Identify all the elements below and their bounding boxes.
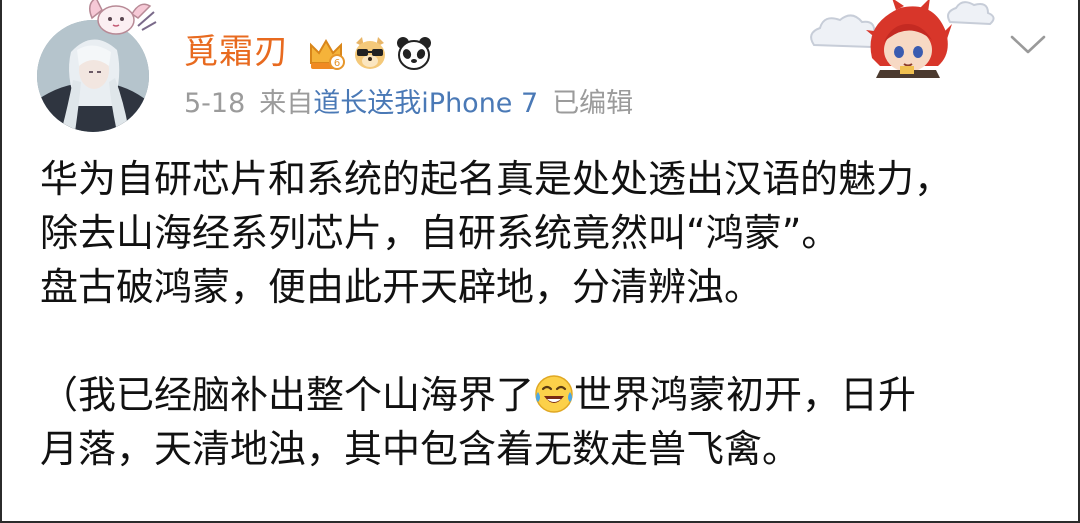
edited-label[interactable]: 已编辑	[552, 88, 633, 119]
post-date: 5-18	[184, 88, 246, 119]
panda-icon	[397, 37, 431, 70]
crown-vip-badge-icon[interactable]: 6	[306, 33, 346, 73]
cool-dog-sunglasses-icon	[355, 37, 385, 69]
post-line: 华为自研芯片和系统的起名真是处处透出汉语的魅力，	[40, 157, 953, 201]
post-meta: 5-18 来自道长送我iPhone 7 已编辑	[184, 84, 633, 124]
post-text: 世界鸿蒙初开，日升	[574, 373, 917, 417]
source-link[interactable]: 道长送我iPhone 7	[313, 88, 538, 119]
svg-text:6: 6	[334, 58, 340, 69]
post-line: 月落，天清地浊，其中包含着无数走兽飞禽。	[40, 427, 801, 471]
source-prefix: 来自	[259, 88, 314, 119]
laugh-cry-emoji-icon	[535, 375, 573, 413]
user-badges: 6	[306, 30, 434, 76]
author-name[interactable]: 覓霜刃	[184, 30, 289, 74]
chevron-down-icon[interactable]	[1009, 34, 1047, 56]
post-body: 华为自研芯片和系统的起名真是处处透出汉语的魅力， 除去山海经系列芯片，自研系统竟…	[40, 152, 1050, 476]
post-line: 除去山海经系列芯片，自研系统竟然叫“鸿蒙”。	[40, 211, 840, 255]
post-text: （我已经脑补出整个山海界了	[40, 373, 535, 417]
avatar-pendant-icon	[89, 0, 157, 35]
card-decoration-icon	[810, 0, 995, 78]
post-line: （我已经脑补出整个山海界了 世界鸿蒙初开，日升	[40, 368, 1050, 422]
post-line: 盘古破鸿蒙，便由此开天辟地，分清辨浊。	[40, 265, 763, 309]
